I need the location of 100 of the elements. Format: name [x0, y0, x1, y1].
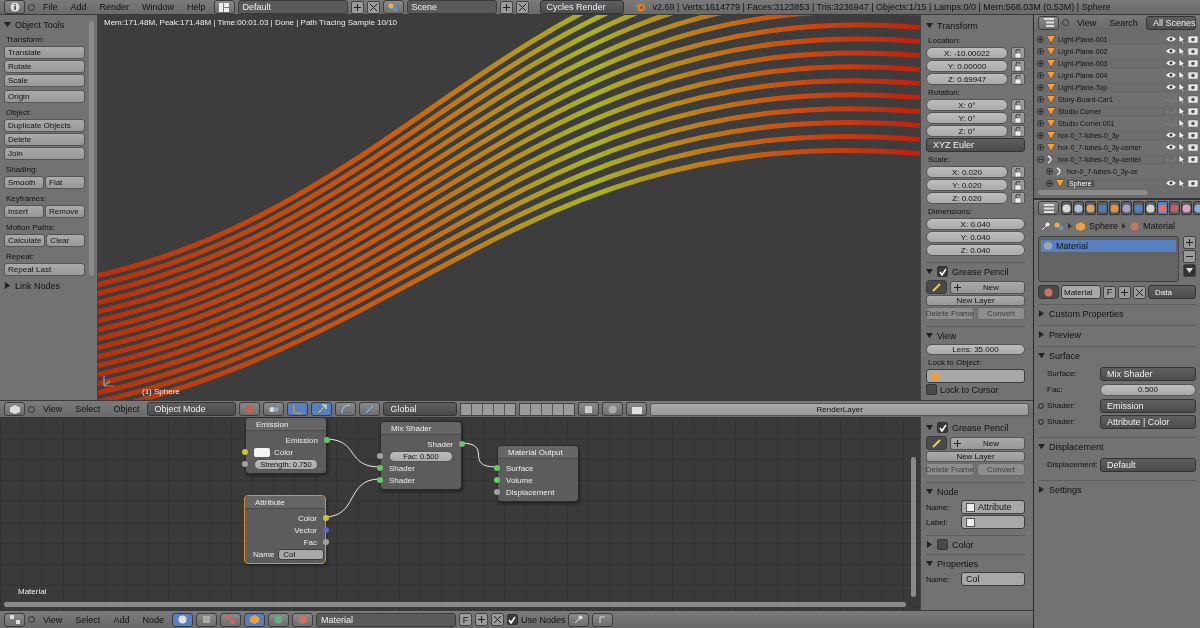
add-button[interactable] — [350, 0, 364, 14]
menu-item[interactable]: View — [38, 614, 68, 625]
socket-dot[interactable] — [494, 465, 500, 471]
expand-icon[interactable] — [1037, 95, 1044, 103]
shader-node[interactable]: Material Output Surface Volume Displacement — [497, 445, 579, 502]
material-browse-button[interactable] — [291, 612, 313, 627]
lock-button[interactable] — [1011, 73, 1025, 85]
number-field[interactable]: X: 0.040 — [926, 218, 1025, 230]
menu-item[interactable]: Select — [70, 404, 106, 414]
material-slot[interactable]: Material — [1041, 240, 1176, 252]
properties-tab[interactable] — [1181, 201, 1192, 215]
properties-tab[interactable] — [1157, 201, 1168, 215]
properties-tab[interactable] — [1073, 201, 1084, 215]
cursor-icon[interactable] — [1178, 178, 1186, 188]
menu-item[interactable]: Node — [137, 614, 169, 625]
orientation-dropdown[interactable]: Global — [383, 402, 458, 416]
new-layer-button[interactable]: New Layer — [926, 295, 1025, 306]
menu-item[interactable]: File — [38, 2, 63, 12]
lens-field[interactable]: Lens: 35.000 — [926, 344, 1025, 355]
screen-layout-button[interactable] — [213, 0, 235, 14]
color-swatch[interactable] — [254, 447, 270, 457]
menu-item[interactable]: Object — [108, 404, 145, 414]
checkbox[interactable] — [937, 422, 948, 433]
rotate-button[interactable] — [335, 402, 357, 416]
fake-user-button[interactable]: F — [1103, 285, 1116, 299]
socket-dot[interactable] — [377, 477, 383, 483]
socket-dot[interactable] — [494, 489, 500, 495]
pivot-button[interactable] — [263, 402, 285, 416]
scrollbar[interactable] — [89, 21, 94, 276]
tool-button[interactable]: Rotate — [4, 60, 85, 73]
expand-icon[interactable] — [1046, 167, 1053, 175]
number-field[interactable]: Y: 0.020 — [926, 179, 1008, 191]
editor-type-button[interactable] — [4, 612, 25, 627]
pencil-button[interactable] — [926, 436, 947, 450]
camera-icon[interactable] — [1188, 179, 1198, 187]
expand-icon[interactable] — [1037, 35, 1044, 43]
eye-icon[interactable] — [1166, 47, 1176, 55]
eye-icon[interactable] — [1166, 131, 1176, 139]
tool-button[interactable]: Delete — [4, 133, 85, 146]
menu-item[interactable]: Select — [70, 614, 106, 625]
socket-dot[interactable] — [242, 449, 248, 455]
socket-dot[interactable] — [377, 453, 383, 459]
disclosure-triangle-icon[interactable] — [926, 488, 933, 495]
render-button[interactable] — [626, 402, 648, 416]
expand-icon[interactable] — [1037, 155, 1044, 163]
camera-icon[interactable] — [1188, 47, 1198, 55]
remove-button[interactable] — [1183, 250, 1196, 263]
menu-item[interactable]: Add — [65, 2, 92, 12]
disclosure-triangle-icon[interactable] — [926, 560, 933, 567]
camera-icon[interactable] — [1188, 83, 1198, 91]
socket-dot[interactable] — [323, 539, 329, 545]
camera-icon[interactable] — [1188, 71, 1198, 79]
menu-item[interactable]: Help — [182, 2, 211, 12]
add-button[interactable] — [474, 613, 488, 626]
tool-button[interactable]: Repeat Last — [4, 263, 85, 276]
camera-icon[interactable] — [1188, 95, 1198, 103]
socket-dot[interactable] — [324, 437, 330, 443]
lock-button[interactable] — [1011, 125, 1025, 137]
text-field[interactable]: Col — [961, 572, 1025, 586]
expand-icon[interactable] — [1046, 179, 1053, 187]
tool-button[interactable]: Duplicate Objects — [4, 119, 85, 132]
expand-icon[interactable] — [1037, 119, 1044, 127]
socket-dot[interactable] — [494, 477, 500, 483]
number-field[interactable]: X: 0.020 — [926, 166, 1008, 178]
menu-item[interactable]: Window — [137, 2, 180, 12]
camera-icon[interactable] — [1188, 155, 1198, 163]
close-button[interactable] — [490, 613, 504, 626]
camera-icon[interactable] — [1188, 59, 1198, 67]
tool-button[interactable]: Calculate — [4, 234, 46, 247]
disclosure-triangle-icon[interactable] — [926, 424, 933, 431]
number-field[interactable]: Z: 0.040 — [926, 244, 1025, 256]
socket-dot[interactable] — [242, 461, 248, 467]
close-button[interactable] — [515, 0, 529, 14]
disclosure-triangle-icon[interactable] — [1038, 486, 1045, 493]
snap-button[interactable] — [602, 402, 624, 416]
camera-icon[interactable] — [1188, 107, 1198, 115]
expand-icon[interactable] — [1037, 83, 1044, 91]
scrollbar[interactable] — [911, 457, 916, 597]
tool-button[interactable]: Scale — [4, 74, 85, 87]
name-field[interactable]: Col — [278, 548, 325, 560]
rotation-mode-dropdown[interactable]: XYZ Euler — [926, 138, 1025, 152]
mode-dropdown[interactable]: Object Mode — [147, 402, 237, 416]
scrollbar[interactable] — [1038, 190, 1148, 195]
disclosure-triangle-icon[interactable] — [4, 21, 11, 28]
tool-button[interactable]: Remove — [45, 205, 85, 218]
lock-button[interactable] — [578, 402, 600, 416]
properties-tab[interactable] — [1121, 201, 1132, 215]
eye-icon[interactable] — [1166, 83, 1176, 91]
dropdown[interactable]: Attribute | Color — [1100, 414, 1196, 429]
number-field[interactable]: 0.500 — [1100, 383, 1196, 396]
lock-button[interactable] — [1011, 99, 1025, 111]
disclosure-triangle-icon[interactable] — [926, 22, 933, 29]
tool-button[interactable]: Insert — [4, 205, 44, 218]
new-button[interactable]: New — [950, 280, 1025, 294]
link-dropdown[interactable]: Data — [1148, 285, 1196, 299]
shader-node[interactable]: Attribute Color Vector Fac Name Col — [244, 495, 326, 564]
camera-icon[interactable] — [1188, 131, 1198, 139]
menu-item[interactable]: Add — [108, 614, 135, 625]
disclosure-triangle-icon[interactable] — [926, 268, 933, 275]
text-field[interactable]: Attribute — [961, 500, 1025, 514]
